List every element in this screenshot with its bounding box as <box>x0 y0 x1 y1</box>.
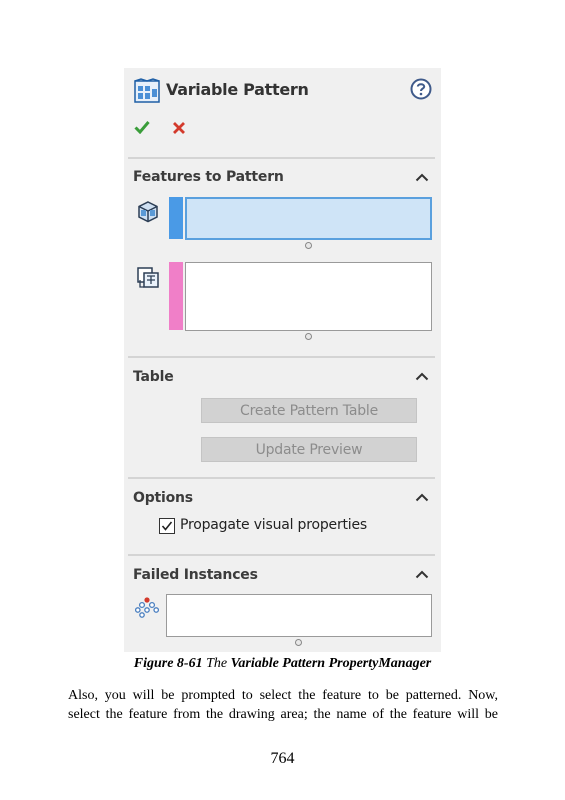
figure-caption-name: Variable Pattern PropertyManager <box>230 656 432 671</box>
resize-handle[interactable] <box>305 242 312 249</box>
update-preview-button[interactable]: Update Preview <box>201 437 417 462</box>
section-title-table: Table <box>133 369 174 385</box>
chevron-up-icon[interactable] <box>415 493 429 502</box>
variable-pattern-icon <box>134 78 160 103</box>
instances-icon <box>135 597 159 618</box>
figure-label: Figure 8-61 <box>133 656 203 671</box>
feature-cube-icon <box>138 201 158 223</box>
features-color-strip <box>169 197 183 239</box>
divider <box>128 356 435 358</box>
page-number: 764 <box>270 750 295 767</box>
divider <box>128 554 435 556</box>
divider <box>128 477 435 479</box>
body-text-line: select the feature from the drawing area… <box>68 707 498 722</box>
panel-header: Variable Pattern <box>132 76 432 106</box>
propagate-visual-properties-label: Propagate visual properties <box>180 517 367 533</box>
figure-caption-article: The <box>206 656 228 671</box>
figure-caption: Figure 8-61 The Variable Pattern Propert… <box>0 656 565 672</box>
propagate-visual-properties-checkbox[interactable] <box>159 518 175 534</box>
section-title-failed-instances: Failed Instances <box>133 567 258 583</box>
chevron-up-icon[interactable] <box>415 570 429 579</box>
divider <box>128 157 435 159</box>
dimensions-color-strip <box>169 262 183 330</box>
checkmark-icon[interactable] <box>134 120 150 134</box>
chevron-up-icon[interactable] <box>415 173 429 182</box>
chevron-up-icon[interactable] <box>415 372 429 381</box>
features-selection-box[interactable] <box>185 197 432 240</box>
failed-instances-box[interactable] <box>166 594 432 637</box>
body-text-line: Also, you will be prompted to select the… <box>68 688 498 703</box>
dimension-select-icon <box>137 267 159 288</box>
close-icon[interactable] <box>172 121 186 135</box>
section-title-features: Features to Pattern <box>133 169 284 185</box>
dimensions-selection-box[interactable] <box>185 262 432 331</box>
resize-handle[interactable] <box>295 639 302 646</box>
panel-title: Variable Pattern <box>166 80 309 99</box>
checkmark-icon <box>161 521 173 531</box>
help-icon[interactable] <box>410 78 432 100</box>
section-title-options: Options <box>133 490 193 506</box>
resize-handle[interactable] <box>305 333 312 340</box>
create-pattern-table-button[interactable]: Create Pattern Table <box>201 398 417 423</box>
variable-pattern-propertymanager: Variable Pattern Features to Pattern Tab… <box>124 68 441 652</box>
